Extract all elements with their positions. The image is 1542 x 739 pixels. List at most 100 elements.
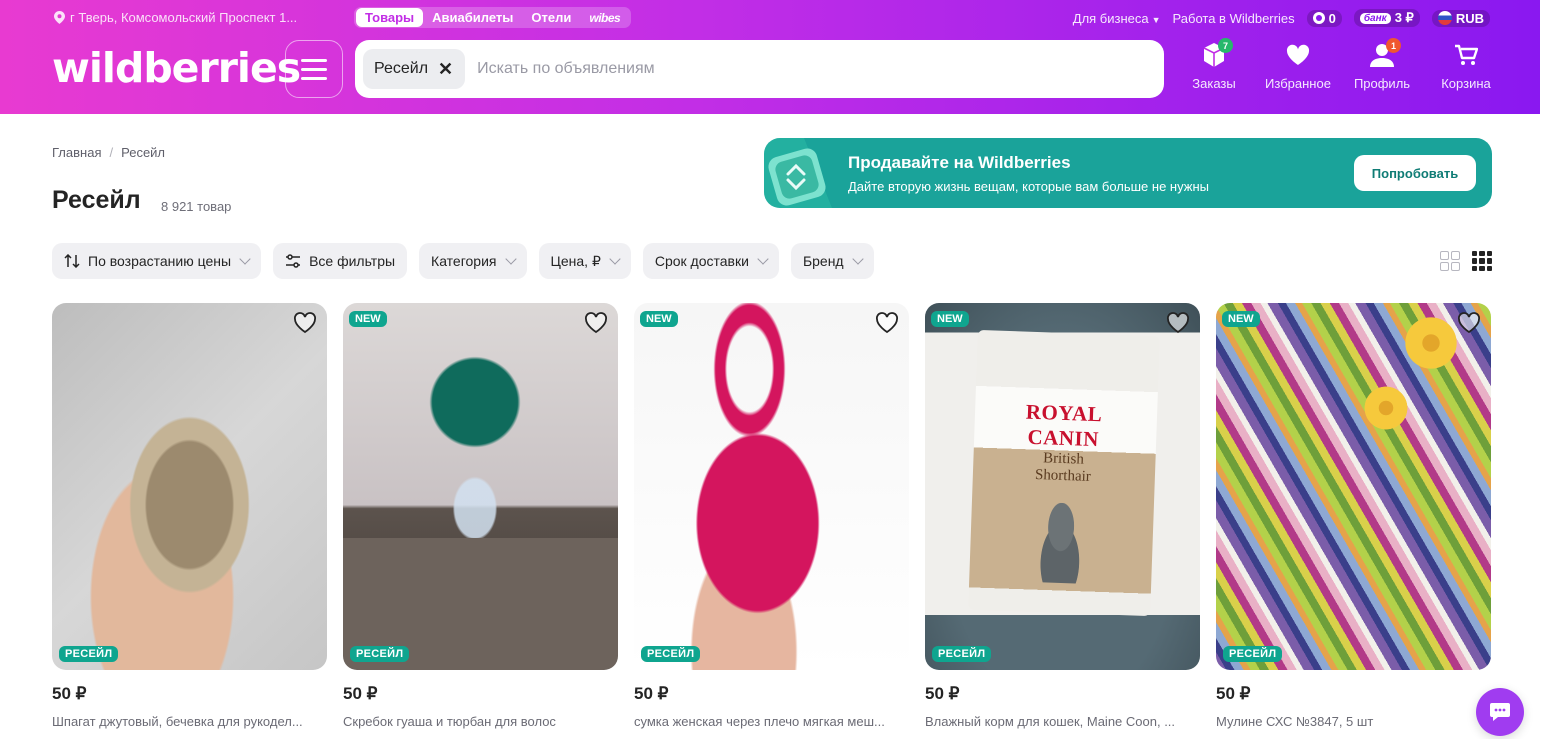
- search-input[interactable]: [477, 60, 1078, 78]
- search-filter-chip[interactable]: Ресейл ✕: [363, 49, 466, 89]
- nav-profile[interactable]: 1 Профиль: [1340, 38, 1424, 91]
- product-card[interactable]: NEW РЕСЕЙЛ 50 ₽ сумка женская через плеч…: [634, 303, 909, 729]
- try-button[interactable]: Попробовать: [1354, 155, 1476, 191]
- product-name[interactable]: Шпагат джутовый, бечевка для рукодел...: [52, 714, 327, 729]
- location-selector[interactable]: г Тверь, Комсомольский Проспект 1...: [54, 10, 297, 25]
- all-filters-label: Все фильтры: [309, 253, 396, 269]
- product-price: 50 ₽: [343, 684, 378, 703]
- chip-label: Ресейл: [374, 60, 429, 77]
- new-badge: NEW: [349, 311, 387, 327]
- close-icon[interactable]: ✕: [438, 59, 453, 80]
- site-header: г Тверь, Комсомольский Проспект 1... Тов…: [0, 0, 1540, 114]
- currency-selector[interactable]: RUB: [1431, 9, 1490, 27]
- pack-brand-text: ROYAL CANIN: [1025, 399, 1103, 452]
- tab-hotels[interactable]: Отели: [522, 8, 580, 27]
- resale-badge: РЕСЕЙЛ: [932, 646, 992, 662]
- product-image[interactable]: ROYAL CANIN British Shorthair NEW РЕСЕЙЛ: [925, 303, 1200, 670]
- product-card[interactable]: ROYAL CANIN British Shorthair NEW РЕСЕЙЛ…: [925, 303, 1200, 729]
- nav-favorites-label: Избранное: [1265, 76, 1331, 91]
- nav-favorites[interactable]: Избранное: [1256, 40, 1340, 91]
- service-tabs: Товары Авиабилеты Отели wibes: [354, 7, 632, 28]
- nav-profile-label: Профиль: [1353, 76, 1411, 91]
- product-image[interactable]: NEW РЕСЕЙЛ: [1216, 303, 1491, 670]
- location-text: г Тверь, Комсомольский Проспект 1...: [70, 10, 298, 25]
- russia-flag-icon: [1437, 11, 1452, 25]
- top-bar: г Тверь, Комсомольский Проспект 1... Тов…: [0, 0, 1540, 36]
- header-nav: 7 Заказы Избранное 1 Профиль Корзина: [1172, 38, 1508, 91]
- product-price: 50 ₽: [52, 684, 87, 703]
- points-balance[interactable]: 0: [1306, 9, 1342, 27]
- product-card[interactable]: NEW РЕСЕЙЛ 50 ₽ Скребок гуаша и тюрбан д…: [343, 303, 618, 729]
- product-image[interactable]: NEW РЕСЕЙЛ: [634, 303, 909, 670]
- location-pin-icon: [54, 11, 65, 24]
- heart-icon: [1286, 44, 1310, 65]
- product-grid: РЕСЕЙЛ 50 ₽ Шпагат джутовый, бечевка для…: [52, 303, 1491, 729]
- chevron-down-icon: [757, 253, 769, 265]
- product-image[interactable]: РЕСЕЙЛ: [52, 303, 327, 670]
- bank-icon: банк: [1359, 12, 1391, 24]
- tab-flights[interactable]: Авиабилеты: [423, 8, 522, 27]
- bank-balance[interactable]: банк 3 ₽: [1353, 9, 1420, 27]
- top-right-links: Для бизнеса ▼ Работа в Wildberries 0 банк…: [1073, 9, 1490, 27]
- grid-large-icon[interactable]: [1440, 251, 1460, 271]
- product-image[interactable]: NEW РЕСЕЙЛ: [343, 303, 618, 670]
- tab-wibes[interactable]: wibes: [580, 9, 629, 27]
- currency-value: RUB: [1455, 10, 1484, 26]
- promo-subtitle: Дайте вторую жизнь вещам, которые вам бо…: [848, 179, 1209, 194]
- chat-bubble-icon: [1490, 703, 1510, 721]
- tab-goods[interactable]: Товары: [356, 8, 424, 27]
- new-badge: NEW: [931, 311, 969, 327]
- product-count: 8 921 товар: [161, 199, 232, 214]
- pack-line-text: British Shorthair: [1034, 450, 1092, 485]
- product-name[interactable]: сумка женская через плечо мягкая меш...: [634, 714, 909, 729]
- nav-cart[interactable]: Корзина: [1424, 40, 1508, 91]
- new-badge: NEW: [1222, 311, 1260, 327]
- new-badge: NEW: [640, 311, 678, 327]
- product-name[interactable]: Скребок гуаша и тюрбан для волос: [343, 714, 618, 729]
- sort-label: По возрастанию цены: [88, 253, 232, 269]
- profile-badge: 1: [1386, 38, 1401, 53]
- product-price: 50 ₽: [1216, 684, 1251, 703]
- product-card[interactable]: NEW РЕСЕЙЛ 50 ₽ Мулине СХС №3847, 5 шт: [1216, 303, 1491, 729]
- promo-title: Продавайте на Wildberries: [848, 153, 1071, 172]
- heart-outline-icon[interactable]: [293, 312, 317, 334]
- heart-outline-icon[interactable]: [584, 312, 608, 334]
- price-filter[interactable]: Цена, ₽: [538, 243, 631, 279]
- cat-food-pack: ROYAL CANIN British Shorthair: [968, 329, 1160, 617]
- points-value: 0: [1328, 10, 1336, 26]
- delivery-filter[interactable]: Срок доставки: [642, 243, 779, 279]
- nav-cart-label: Корзина: [1441, 76, 1491, 91]
- breadcrumb-current[interactable]: Ресейл: [121, 145, 165, 160]
- all-filters-button[interactable]: Все фильтры: [273, 243, 408, 279]
- heart-outline-icon[interactable]: [1457, 312, 1481, 334]
- heart-outline-icon[interactable]: [875, 312, 899, 334]
- sell-promo-banner[interactable]: Продавайте на Wildberries Дайте вторую ж…: [764, 138, 1492, 208]
- business-link[interactable]: Для бизнеса ▼: [1073, 11, 1161, 26]
- breadcrumb-home[interactable]: Главная: [52, 145, 101, 160]
- chevron-down-icon: [851, 253, 864, 265]
- heart-outline-icon[interactable]: [1166, 312, 1190, 334]
- category-label: Категория: [431, 253, 497, 269]
- chat-button[interactable]: [1476, 688, 1524, 736]
- cart-icon: [1455, 44, 1478, 65]
- grid-small-icon[interactable]: [1472, 251, 1492, 271]
- sliders-icon: [286, 254, 301, 268]
- work-link[interactable]: Работа в Wildberries: [1173, 11, 1295, 26]
- chevron-down-icon: ▼: [1151, 14, 1161, 25]
- resale-badge: РЕСЕЙЛ: [1223, 646, 1283, 662]
- menu-line: [301, 67, 327, 71]
- product-name[interactable]: Влажный корм для кошек, Maine Coon, ...: [925, 714, 1200, 729]
- catalog-menu-button[interactable]: [285, 40, 343, 98]
- chevron-down-icon: [609, 253, 621, 265]
- nav-orders[interactable]: 7 Заказы: [1172, 38, 1256, 91]
- product-name[interactable]: Мулине СХС №3847, 5 шт: [1216, 714, 1491, 729]
- bank-value: 3 ₽: [1394, 10, 1414, 25]
- flower-decoration: [1401, 313, 1461, 373]
- sort-filter[interactable]: По возрастанию цены: [52, 243, 262, 279]
- wildberries-logo[interactable]: wildberries: [52, 44, 301, 92]
- nav-orders-label: Заказы: [1192, 76, 1236, 91]
- category-filter[interactable]: Категория: [419, 243, 527, 279]
- brand-filter[interactable]: Бренд: [790, 243, 874, 279]
- product-card[interactable]: РЕСЕЙЛ 50 ₽ Шпагат джутовый, бечевка для…: [52, 303, 327, 729]
- delivery-label: Срок доставки: [654, 253, 749, 269]
